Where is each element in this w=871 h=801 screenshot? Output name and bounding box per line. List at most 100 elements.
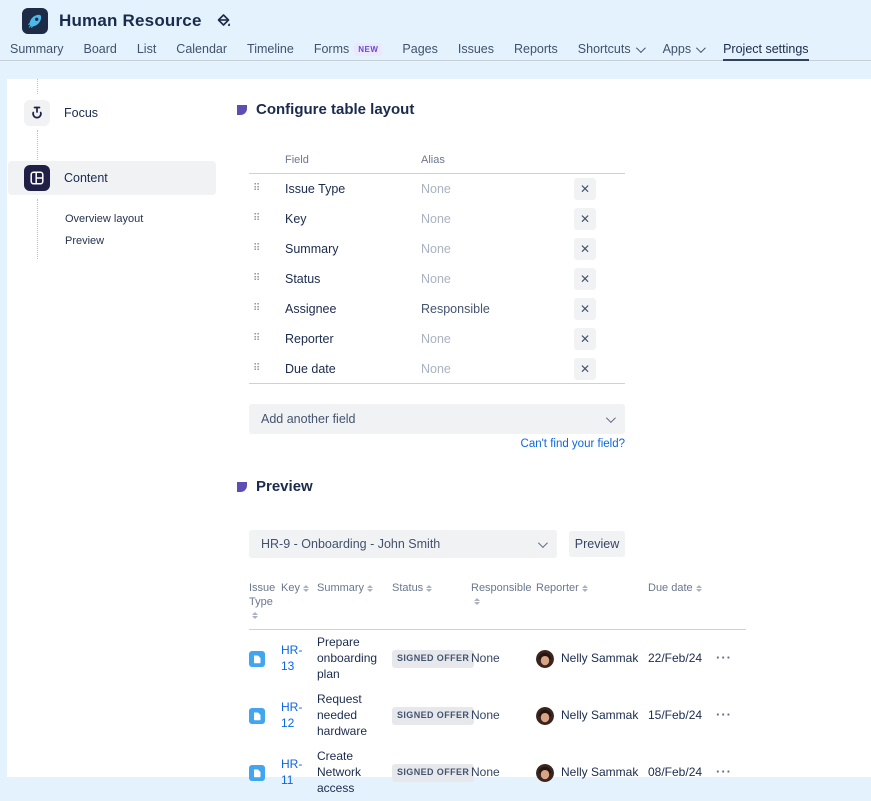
tab-apps[interactable]: Apps	[663, 38, 704, 60]
alias-input[interactable]: None	[421, 182, 574, 196]
avatar	[536, 707, 554, 725]
preview-button[interactable]: Preview	[569, 531, 625, 557]
tab-project-settings[interactable]: Project settings	[723, 38, 808, 60]
section-title: Configure table layout	[256, 101, 414, 118]
chevron-down-icon	[606, 413, 616, 423]
tab-reports[interactable]: Reports	[514, 38, 558, 60]
issue-summary[interactable]: Request needed hardware	[317, 692, 392, 739]
project-header: Human Resource Summary Board List Calend…	[0, 0, 871, 61]
avatar	[536, 650, 554, 668]
remove-field-button[interactable]: ✕	[574, 178, 596, 200]
tab-list[interactable]: List	[137, 38, 156, 60]
status-badge: SIGNED OFFER	[392, 764, 474, 782]
content-layout-icon	[24, 165, 50, 191]
sidebar-item-focus[interactable]: Focus	[8, 96, 216, 130]
tab-timeline[interactable]: Timeline	[247, 38, 294, 60]
cant-find-field-link[interactable]: Can't find your field?	[249, 438, 625, 450]
reporter-name: Nelly Sammak	[561, 708, 638, 724]
due-date: 15/Feb/24	[648, 708, 716, 724]
field-row-status: ⠿ Status None ✕	[249, 264, 625, 294]
field-row-assignee: ⠿ Assignee Responsible ✕	[249, 294, 625, 324]
col-key[interactable]: Key	[281, 582, 317, 596]
focus-icon	[24, 100, 50, 126]
field-column-header: Field	[285, 154, 421, 166]
remove-field-button[interactable]: ✕	[574, 358, 596, 380]
sidebar-item-content[interactable]: Content	[8, 161, 216, 195]
alias-input[interactable]: None	[421, 362, 574, 376]
drag-handle-icon[interactable]: ⠿	[249, 334, 285, 344]
drag-handle-icon[interactable]: ⠿	[249, 304, 285, 314]
field-row-summary: ⠿ Summary None ✕	[249, 234, 625, 264]
more-actions-button[interactable]: ···	[716, 707, 732, 722]
tab-summary[interactable]: Summary	[10, 38, 63, 60]
project-nav: Summary Board List Calendar Timeline For…	[10, 38, 809, 60]
drag-handle-icon[interactable]: ⠿	[249, 364, 285, 374]
sort-icon	[367, 585, 373, 592]
alias-input[interactable]: None	[421, 272, 574, 286]
project-avatar	[22, 8, 48, 34]
sidebar-item-preview[interactable]: Preview	[65, 235, 104, 247]
settings-panel: Focus Content Overview layout Preview Co…	[7, 79, 871, 777]
tab-board[interactable]: Board	[83, 38, 116, 60]
more-actions-button[interactable]: ···	[716, 650, 732, 665]
drag-handle-icon[interactable]: ⠿	[249, 184, 285, 194]
due-date: 22/Feb/24	[648, 651, 716, 667]
remove-field-button[interactable]: ✕	[574, 238, 596, 260]
chevron-down-icon	[636, 43, 646, 53]
issue-type-icon[interactable]	[249, 651, 265, 667]
col-reporter[interactable]: Reporter	[536, 582, 648, 596]
tab-forms[interactable]: FormsNEW	[314, 38, 383, 60]
alias-column-header: Alias	[421, 154, 445, 166]
issue-key-link[interactable]: HR-12	[281, 700, 311, 731]
issue-type-icon[interactable]	[249, 708, 265, 724]
preview-section-header: Preview	[237, 478, 313, 495]
col-issue-type[interactable]: Issue Type	[249, 582, 281, 623]
col-due-date[interactable]: Due date	[648, 582, 716, 596]
field-row-due-date: ⠿ Due date None ✕	[249, 354, 625, 384]
col-status[interactable]: Status	[392, 582, 471, 596]
issue-summary[interactable]: Prepare onboarding plan	[317, 635, 392, 682]
sort-icon	[426, 585, 432, 592]
issue-summary[interactable]: Create Network access	[317, 749, 392, 796]
chevron-down-icon	[538, 538, 548, 548]
sidebar-item-overview-layout[interactable]: Overview layout	[65, 213, 143, 225]
sort-icon	[696, 585, 702, 592]
preview-issue-select[interactable]: HR-9 - Onboarding - John Smith	[249, 530, 557, 558]
field-row-issue-type: ⠿ Issue Type None ✕	[249, 174, 625, 204]
issue-key-link[interactable]: HR-11	[281, 757, 311, 788]
due-date: 08/Feb/24	[648, 765, 716, 781]
reporter-name: Nelly Sammak	[561, 765, 638, 781]
tab-calendar[interactable]: Calendar	[176, 38, 227, 60]
chevron-down-icon	[696, 43, 706, 53]
avatar	[536, 764, 554, 782]
remove-field-button[interactable]: ✕	[574, 208, 596, 230]
drag-handle-icon[interactable]: ⠿	[249, 214, 285, 224]
new-badge: NEW	[354, 43, 382, 56]
alias-input[interactable]: Responsible	[421, 302, 574, 316]
sort-icon	[303, 585, 309, 592]
paint-bucket-icon[interactable]	[216, 13, 232, 29]
more-actions-button[interactable]: ···	[716, 764, 732, 779]
tab-shortcuts[interactable]: Shortcuts	[578, 38, 643, 60]
remove-field-button[interactable]: ✕	[574, 268, 596, 290]
sort-icon	[582, 585, 588, 592]
status-badge: SIGNED OFFER	[392, 650, 474, 668]
remove-field-button[interactable]: ✕	[574, 328, 596, 350]
drag-handle-icon[interactable]: ⠿	[249, 274, 285, 284]
add-field-select[interactable]: Add another field	[249, 404, 625, 434]
alias-input[interactable]: None	[421, 242, 574, 256]
issue-key-link[interactable]: HR-13	[281, 643, 311, 674]
alias-input[interactable]: None	[421, 212, 574, 226]
alias-input[interactable]: None	[421, 332, 574, 346]
issue-type-icon[interactable]	[249, 765, 265, 781]
tab-pages[interactable]: Pages	[402, 38, 437, 60]
reporter-name: Nelly Sammak	[561, 651, 638, 667]
col-summary[interactable]: Summary	[317, 582, 392, 596]
field-table-header: Field Alias	[249, 150, 625, 174]
section-marker-icon	[237, 482, 247, 492]
remove-field-button[interactable]: ✕	[574, 298, 596, 320]
tree-guide-line	[37, 130, 38, 160]
drag-handle-icon[interactable]: ⠿	[249, 244, 285, 254]
tab-issues[interactable]: Issues	[458, 38, 494, 60]
col-responsible[interactable]: Responsible	[471, 582, 536, 610]
